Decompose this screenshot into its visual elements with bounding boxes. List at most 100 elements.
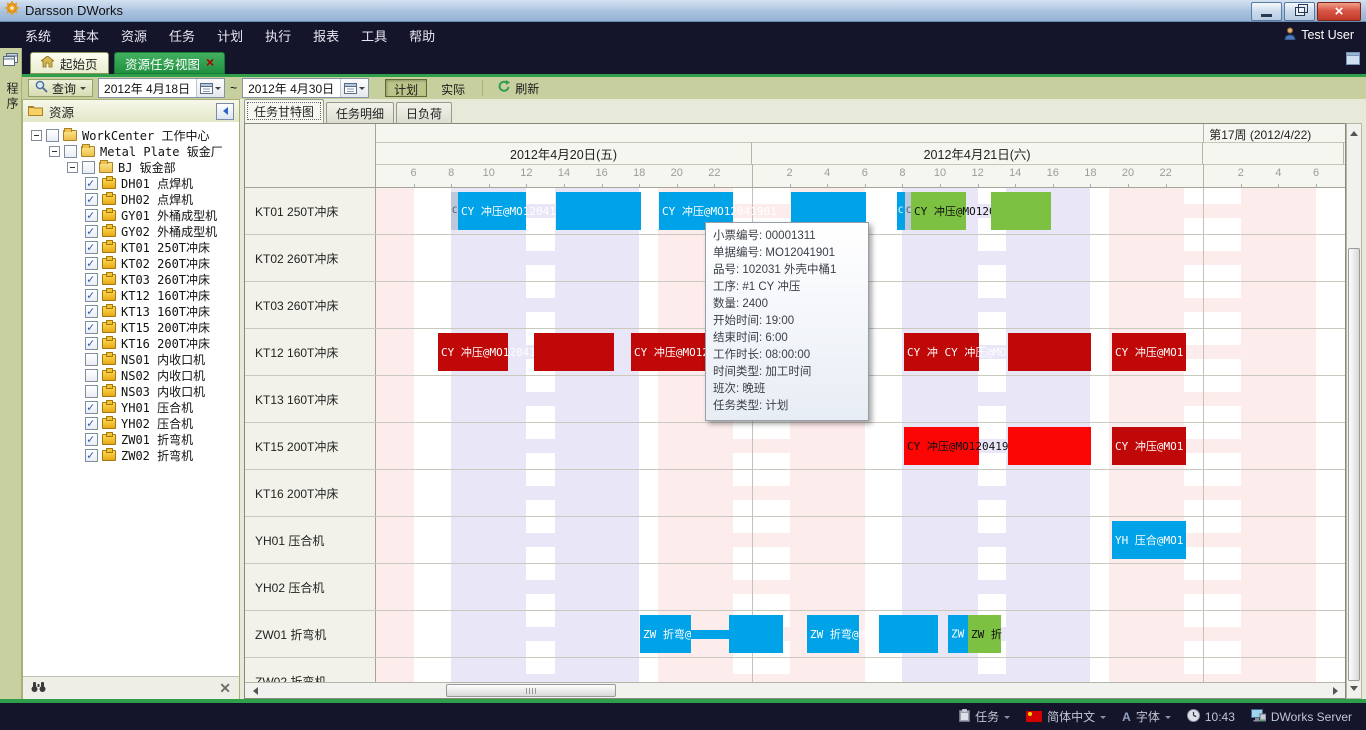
tree-checkbox[interactable] bbox=[85, 337, 98, 350]
tree-checkbox[interactable] bbox=[85, 433, 98, 446]
clear-filter-icon[interactable] bbox=[219, 680, 231, 697]
task-bar[interactable]: YH 压合@MO1 bbox=[1112, 521, 1186, 559]
gantt-row[interactable]: KT16 200T冲床 bbox=[245, 470, 1345, 517]
binoculars-icon[interactable] bbox=[31, 680, 46, 698]
tree-checkbox[interactable] bbox=[85, 353, 98, 366]
status-task-menu[interactable]: 任务 bbox=[959, 708, 1010, 725]
task-bar[interactable]: ZW 折弯@MO12041901 bbox=[640, 615, 691, 653]
vertical-scrollbar[interactable] bbox=[1346, 123, 1362, 699]
tree-item[interactable]: BJ 钣金部 bbox=[23, 159, 239, 175]
close-button[interactable] bbox=[1317, 2, 1361, 21]
tree-expander-icon[interactable] bbox=[67, 162, 78, 173]
menu-item-5[interactable]: 计划 bbox=[206, 26, 254, 45]
task-bar[interactable] bbox=[729, 615, 783, 653]
tree-item[interactable]: GY02 外桶成型机 bbox=[23, 223, 239, 239]
tab-task-gantt[interactable]: 任务甘特图 bbox=[244, 99, 324, 123]
calendar-icon[interactable] bbox=[196, 79, 224, 97]
tree-checkbox[interactable] bbox=[85, 289, 98, 302]
task-bar[interactable]: CY 冲压@MO1 bbox=[1112, 427, 1186, 465]
tree-checkbox[interactable] bbox=[85, 449, 98, 462]
restore-button[interactable] bbox=[1284, 2, 1315, 21]
task-bar[interactable]: ZW 折 bbox=[968, 615, 1001, 653]
tree-checkbox[interactable] bbox=[85, 209, 98, 222]
tree-checkbox[interactable] bbox=[85, 369, 98, 382]
tab-home[interactable]: 起始页 bbox=[30, 52, 109, 74]
menu-item-3[interactable]: 资源 bbox=[110, 26, 158, 45]
menu-item-7[interactable]: 报表 bbox=[302, 26, 350, 45]
tree-checkbox[interactable] bbox=[85, 225, 98, 238]
task-bar[interactable] bbox=[691, 630, 729, 639]
task-bar[interactable]: CY 冲压@MO12041902 bbox=[911, 192, 966, 230]
status-language-menu[interactable]: 简体中文 bbox=[1026, 708, 1106, 725]
menu-item-1[interactable]: 系统 bbox=[14, 26, 62, 45]
layout-panel-icon[interactable] bbox=[1346, 52, 1360, 70]
tree-item[interactable]: KT16 200T冲床 bbox=[23, 335, 239, 351]
gantt-row[interactable]: KT15 200T冲床CY 冲压@MO12041903CY 冲压@MO1 bbox=[245, 423, 1345, 470]
calendar-icon[interactable] bbox=[340, 79, 368, 97]
tree-checkbox[interactable] bbox=[64, 145, 77, 158]
tree-item[interactable]: KT15 200T冲床 bbox=[23, 319, 239, 335]
tree-item[interactable]: NS02 内收口机 bbox=[23, 367, 239, 383]
tree-item[interactable]: KT03 260T冲床 bbox=[23, 271, 239, 287]
menu-item-2[interactable]: 基本 bbox=[62, 26, 110, 45]
tree-checkbox[interactable] bbox=[85, 273, 98, 286]
menu-item-8[interactable]: 工具 bbox=[350, 26, 398, 45]
task-bar[interactable] bbox=[1008, 333, 1091, 371]
task-bar[interactable]: CY 冲压@MO12041904 bbox=[438, 333, 508, 371]
tree-item[interactable]: DH02 点焊机 bbox=[23, 191, 239, 207]
task-bar[interactable]: CY 冲压@MO1 bbox=[1112, 333, 1186, 371]
task-bar[interactable] bbox=[991, 192, 1051, 230]
actual-toggle-button[interactable]: 实际 bbox=[432, 79, 474, 97]
refresh-button[interactable]: 刷新 bbox=[491, 79, 545, 97]
tree-checkbox[interactable] bbox=[85, 401, 98, 414]
horizontal-scroll-thumb[interactable] bbox=[446, 684, 616, 697]
horizontal-scrollbar[interactable] bbox=[245, 682, 1345, 698]
gantt-row[interactable]: ZW02 折弯机 bbox=[245, 658, 1345, 682]
scroll-up-button[interactable] bbox=[1347, 124, 1361, 139]
query-button[interactable]: 查询 bbox=[28, 79, 93, 97]
tree-checkbox[interactable] bbox=[85, 257, 98, 270]
menu-item-6[interactable]: 执行 bbox=[254, 26, 302, 45]
tree-checkbox[interactable] bbox=[85, 241, 98, 254]
tree-item[interactable]: KT01 250T冲床 bbox=[23, 239, 239, 255]
task-bar[interactable]: CY 冲 CY 冲压@MO12041904 bbox=[904, 333, 979, 371]
task-bar[interactable] bbox=[879, 615, 938, 653]
tree-item[interactable]: YH01 压合机 bbox=[23, 399, 239, 415]
tree-checkbox[interactable] bbox=[82, 161, 95, 174]
tree-expander-icon[interactable] bbox=[31, 130, 42, 141]
tree-checkbox[interactable] bbox=[85, 417, 98, 430]
task-bar[interactable]: ZW bbox=[948, 615, 968, 653]
task-bar[interactable]: ZW 折弯@MO12041901 bbox=[807, 615, 859, 653]
vertical-scroll-thumb[interactable] bbox=[1348, 248, 1360, 681]
tree-checkbox[interactable] bbox=[85, 193, 98, 206]
user-info[interactable]: Test User bbox=[1284, 22, 1354, 48]
tree-item[interactable]: NS03 内收口机 bbox=[23, 383, 239, 399]
menu-item-9[interactable]: 帮助 bbox=[398, 26, 446, 45]
tab-task-detail[interactable]: 任务明细 bbox=[326, 102, 394, 123]
date-from-field[interactable]: 2012年 4月18日 bbox=[98, 78, 225, 98]
scroll-right-button[interactable] bbox=[1329, 683, 1345, 698]
tree-checkbox[interactable] bbox=[85, 177, 98, 190]
tree-expander-icon[interactable] bbox=[49, 146, 60, 157]
tree-item[interactable]: DH01 点焊机 bbox=[23, 175, 239, 191]
tree-checkbox[interactable] bbox=[85, 305, 98, 318]
menu-item-4[interactable]: 任务 bbox=[158, 26, 206, 45]
tree-item[interactable]: YH02 压合机 bbox=[23, 415, 239, 431]
gantt-row[interactable]: ZW01 折弯机ZW 折弯@MO12041901ZW 折弯@MO12041901… bbox=[245, 611, 1345, 658]
tree-item[interactable]: ZW02 折弯机 bbox=[23, 447, 239, 463]
tree-item[interactable]: NS01 内收口机 bbox=[23, 351, 239, 367]
tree-item[interactable]: WorkCenter 工作中心 bbox=[23, 127, 239, 143]
tree-item[interactable]: ZW01 折弯机 bbox=[23, 431, 239, 447]
tree-item[interactable]: KT02 260T冲床 bbox=[23, 255, 239, 271]
status-font-menu[interactable]: A 字体 bbox=[1122, 708, 1171, 725]
sidebar-collapse-button[interactable] bbox=[216, 103, 234, 120]
tree-item[interactable]: KT13 160T冲床 bbox=[23, 303, 239, 319]
task-bar[interactable]: CY 冲压@MO12041901 bbox=[458, 192, 526, 230]
gantt-row[interactable]: YH01 压合机YH 压合@MO1 bbox=[245, 517, 1345, 564]
task-bar[interactable] bbox=[556, 192, 641, 230]
gantt-row[interactable]: YH02 压合机 bbox=[245, 564, 1345, 611]
collapsed-panel-label[interactable]: 程序 bbox=[0, 82, 21, 112]
tree-item[interactable]: GY01 外桶成型机 bbox=[23, 207, 239, 223]
panel-window-icon[interactable] bbox=[3, 53, 18, 72]
tree-checkbox[interactable] bbox=[85, 321, 98, 334]
